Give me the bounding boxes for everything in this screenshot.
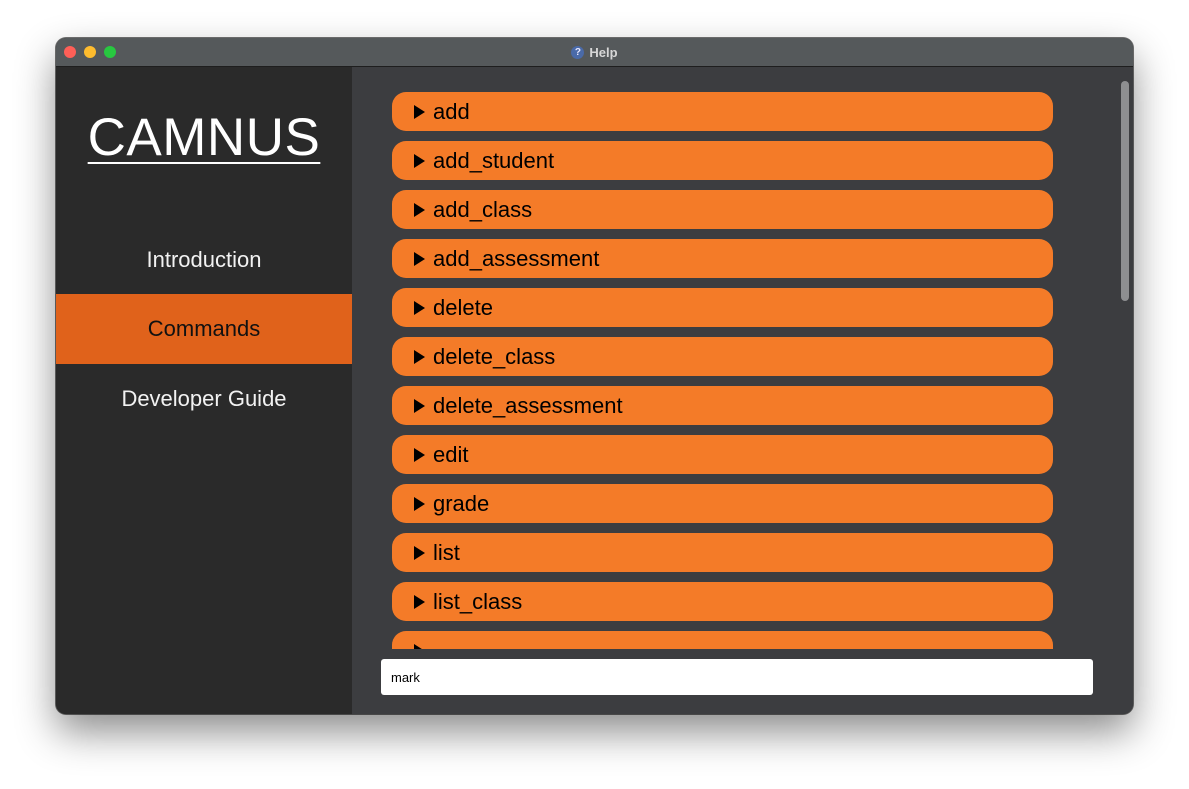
search-input[interactable] bbox=[381, 659, 1093, 695]
command-item-list-class[interactable]: list_class bbox=[392, 582, 1053, 621]
command-item-partial[interactable] bbox=[392, 631, 1053, 649]
expand-arrow-icon bbox=[414, 202, 425, 217]
main-content: add add_student add_class add_assessment… bbox=[352, 67, 1133, 714]
expand-arrow-icon bbox=[414, 398, 425, 413]
sidebar-item-label: Introduction bbox=[146, 247, 262, 272]
title-bar: ? Help bbox=[56, 38, 1133, 67]
command-item-add-class[interactable]: add_class bbox=[392, 190, 1053, 229]
expand-arrow-icon bbox=[414, 545, 425, 560]
sidebar-item-commands[interactable]: Commands bbox=[56, 294, 352, 364]
command-label: grade bbox=[433, 490, 490, 516]
command-label: list_class bbox=[433, 588, 523, 614]
command-item-delete-assessment[interactable]: delete_assessment bbox=[392, 386, 1053, 425]
command-label: add_assessment bbox=[433, 245, 600, 271]
app-logo: CAMNUS bbox=[87, 108, 321, 167]
expand-arrow-icon bbox=[414, 153, 425, 168]
sidebar-item-label: Developer Guide bbox=[121, 386, 287, 411]
expand-arrow-icon bbox=[414, 643, 425, 649]
command-item-list[interactable]: list bbox=[392, 533, 1053, 572]
command-item-add-assessment[interactable]: add_assessment bbox=[392, 239, 1053, 278]
expand-arrow-icon bbox=[414, 447, 425, 462]
command-label: add_student bbox=[433, 147, 555, 173]
command-label: delete_assessment bbox=[433, 392, 623, 418]
sidebar-item-label: Commands bbox=[147, 316, 261, 341]
command-item-grade[interactable]: grade bbox=[392, 484, 1053, 523]
sidebar-item-introduction[interactable]: Introduction bbox=[56, 225, 352, 295]
command-list: add add_student add_class add_assessment… bbox=[352, 67, 1133, 649]
expand-arrow-icon bbox=[414, 594, 425, 609]
command-label: delete_class bbox=[433, 343, 556, 369]
command-item-delete[interactable]: delete bbox=[392, 288, 1053, 327]
sidebar-item-developer-guide[interactable]: Developer Guide bbox=[56, 364, 352, 434]
command-label: edit bbox=[433, 441, 469, 467]
command-label: delete bbox=[433, 294, 493, 320]
command-item-add-student[interactable]: add_student bbox=[392, 141, 1053, 180]
command-item-delete-class[interactable]: delete_class bbox=[392, 337, 1053, 376]
help-icon: ? bbox=[571, 45, 585, 59]
window-title-area: ? Help bbox=[56, 38, 1133, 66]
command-label: add_class bbox=[433, 196, 533, 222]
expand-arrow-icon bbox=[414, 349, 425, 364]
window-title: Help bbox=[589, 44, 618, 60]
command-item-edit[interactable]: edit bbox=[392, 435, 1053, 474]
help-window: ? Help CAMNUS Introduction Commands Deve… bbox=[56, 38, 1133, 714]
vertical-scrollbar[interactable] bbox=[1121, 81, 1129, 301]
expand-arrow-icon bbox=[414, 496, 425, 511]
command-item-add[interactable]: add bbox=[392, 92, 1053, 131]
expand-arrow-icon bbox=[414, 104, 425, 119]
expand-arrow-icon bbox=[414, 300, 425, 315]
command-label: list bbox=[433, 539, 460, 565]
command-label: add bbox=[433, 98, 470, 124]
expand-arrow-icon bbox=[414, 251, 425, 266]
sidebar: CAMNUS Introduction Commands Developer G… bbox=[56, 67, 352, 714]
